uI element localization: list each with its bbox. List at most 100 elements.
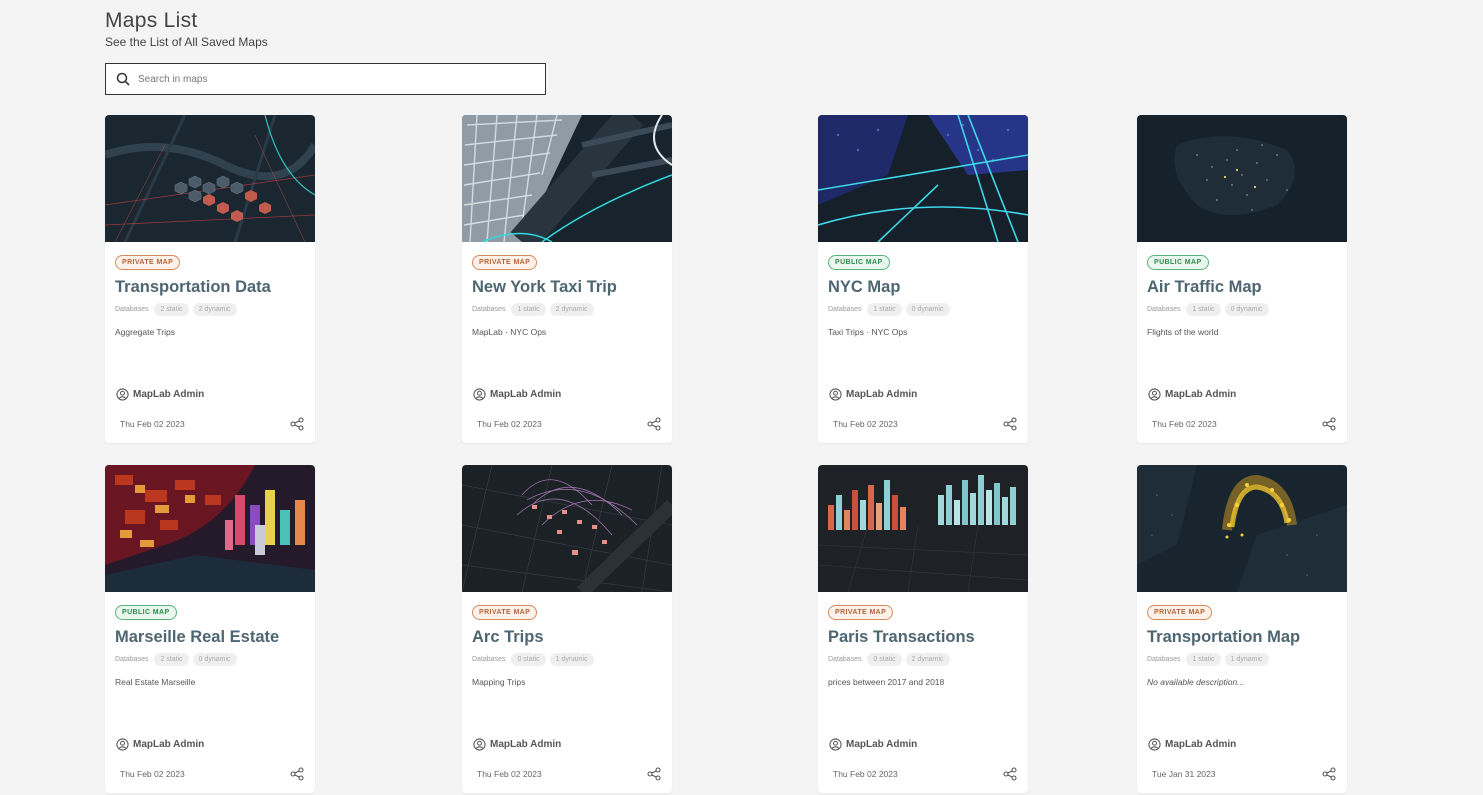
share-icon[interactable]: [647, 767, 661, 781]
map-thumbnail[interactable]: [105, 465, 315, 592]
static-count: 0 static: [867, 653, 902, 666]
dynamic-count: 2 dynamic: [192, 303, 237, 316]
map-title[interactable]: Air Traffic Map: [1147, 278, 1262, 297]
share-icon[interactable]: [1003, 417, 1017, 431]
map-description: Real Estate Marseille: [115, 677, 196, 687]
static-count: 1 static: [1186, 303, 1221, 316]
map-title[interactable]: Paris Transactions: [828, 628, 975, 647]
static-count: 2 static: [154, 653, 189, 666]
share-icon[interactable]: [290, 417, 304, 431]
static-count: 1 static: [867, 303, 902, 316]
map-thumbnail[interactable]: [818, 115, 1028, 242]
databases-row: Databases 0 static 1 dynamic: [472, 653, 594, 666]
dynamic-count: 0 dynamic: [192, 653, 237, 666]
user-circle-icon: [116, 738, 129, 751]
user-circle-icon: [829, 738, 842, 751]
search-input[interactable]: [136, 72, 520, 86]
databases-row: Databases 2 static 0 dynamic: [115, 653, 237, 666]
map-title[interactable]: Transportation Map: [1147, 628, 1300, 647]
databases-label: Databases: [1147, 306, 1181, 313]
map-thumbnail[interactable]: [105, 115, 315, 242]
databases-label: Databases: [828, 306, 862, 313]
map-date: Thu Feb 02 2023: [833, 419, 898, 429]
databases-row: Databases 2 static 2 dynamic: [115, 303, 237, 316]
map-title[interactable]: New York Taxi Trip: [472, 278, 617, 297]
dynamic-count: 2 dynamic: [905, 653, 950, 666]
databases-row: Databases 1 static 2 dynamic: [472, 303, 594, 316]
visibility-badge: PRIVATE MAP: [472, 255, 538, 270]
databases-label: Databases: [1147, 656, 1181, 663]
visibility-badge: PUBLIC MAP: [115, 605, 177, 620]
map-date: Thu Feb 02 2023: [120, 769, 185, 779]
map-card-air-traffic-map[interactable]: PUBLIC MAP Air Traffic Map Databases 1 s…: [1137, 115, 1347, 443]
visibility-badge: PRIVATE MAP: [1147, 605, 1213, 620]
owner-name: MapLab Admin: [846, 739, 918, 750]
owner-name: MapLab Admin: [133, 739, 205, 750]
owner-name: MapLab Admin: [1165, 389, 1237, 400]
map-card-nyc-map[interactable]: PUBLIC MAP NYC Map Databases 1 static 0 …: [818, 115, 1028, 443]
map-title[interactable]: Marseille Real Estate: [115, 628, 279, 647]
dynamic-count: 1 dynamic: [549, 653, 594, 666]
owner: MapLab Admin: [1148, 738, 1236, 751]
share-icon[interactable]: [1003, 767, 1017, 781]
owner-name: MapLab Admin: [1165, 739, 1237, 750]
map-title[interactable]: Arc Trips: [472, 628, 544, 647]
static-count: 1 static: [1186, 653, 1221, 666]
map-card-arc-trips[interactable]: PRIVATE MAP Arc Trips Databases 0 static…: [462, 465, 672, 793]
map-thumbnail[interactable]: [818, 465, 1028, 592]
map-description: Mapping Trips: [472, 677, 526, 687]
map-thumbnail[interactable]: [462, 465, 672, 592]
databases-label: Databases: [472, 656, 506, 663]
static-count: 0 static: [511, 653, 546, 666]
owner: MapLab Admin: [473, 388, 561, 401]
map-title[interactable]: Transportation Data: [115, 278, 271, 297]
databases-label: Databases: [115, 306, 149, 313]
dynamic-count: 2 dynamic: [549, 303, 594, 316]
map-card-marseille-real-estate[interactable]: PUBLIC MAP Marseille Real Estate Databas…: [105, 465, 315, 793]
visibility-badge: PUBLIC MAP: [828, 255, 890, 270]
map-date: Thu Feb 02 2023: [120, 419, 185, 429]
map-description: No available description...: [1147, 677, 1245, 687]
map-date: Tue Jan 31 2023: [1152, 769, 1216, 779]
databases-row: Databases 0 static 2 dynamic: [828, 653, 950, 666]
owner-name: MapLab Admin: [133, 389, 205, 400]
owner: MapLab Admin: [829, 738, 917, 751]
map-date: Thu Feb 02 2023: [477, 769, 542, 779]
map-card-paris-transactions[interactable]: PRIVATE MAP Paris Transactions Databases…: [818, 465, 1028, 793]
user-circle-icon: [1148, 738, 1161, 751]
owner: MapLab Admin: [116, 738, 204, 751]
page-header: Maps List See the List of All Saved Maps: [105, 8, 268, 49]
share-icon[interactable]: [1322, 767, 1336, 781]
map-title[interactable]: NYC Map: [828, 278, 900, 297]
page-subtitle: See the List of All Saved Maps: [105, 35, 268, 49]
visibility-badge: PRIVATE MAP: [115, 255, 181, 270]
map-thumbnail[interactable]: [1137, 115, 1347, 242]
owner: MapLab Admin: [116, 388, 204, 401]
owner: MapLab Admin: [1148, 388, 1236, 401]
owner-name: MapLab Admin: [490, 739, 562, 750]
share-icon[interactable]: [1322, 417, 1336, 431]
share-icon[interactable]: [290, 767, 304, 781]
owner-name: MapLab Admin: [846, 389, 918, 400]
map-description: prices between 2017 and 2018: [828, 677, 945, 687]
map-date: Thu Feb 02 2023: [1152, 419, 1217, 429]
user-circle-icon: [473, 738, 486, 751]
user-circle-icon: [829, 388, 842, 401]
map-date: Thu Feb 02 2023: [477, 419, 542, 429]
visibility-badge: PRIVATE MAP: [472, 605, 538, 620]
map-card-transportation-map[interactable]: PRIVATE MAP Transportation Map Databases…: [1137, 465, 1347, 793]
databases-label: Databases: [115, 656, 149, 663]
search-box[interactable]: [105, 63, 546, 95]
map-description: MapLab · NYC Ops: [472, 327, 547, 337]
map-card-transportation-data[interactable]: PRIVATE MAP Transportation Data Database…: [105, 115, 315, 443]
owner: MapLab Admin: [473, 738, 561, 751]
share-icon[interactable]: [647, 417, 661, 431]
dynamic-count: 0 dynamic: [905, 303, 950, 316]
map-card-new-york-taxi-trip[interactable]: PRIVATE MAP New York Taxi Trip Databases…: [462, 115, 672, 443]
map-description: Flights of the world: [1147, 327, 1219, 337]
static-count: 2 static: [154, 303, 189, 316]
map-thumbnail[interactable]: [1137, 465, 1347, 592]
databases-row: Databases 1 static 0 dynamic: [828, 303, 950, 316]
owner-name: MapLab Admin: [490, 389, 562, 400]
map-thumbnail[interactable]: [462, 115, 672, 242]
